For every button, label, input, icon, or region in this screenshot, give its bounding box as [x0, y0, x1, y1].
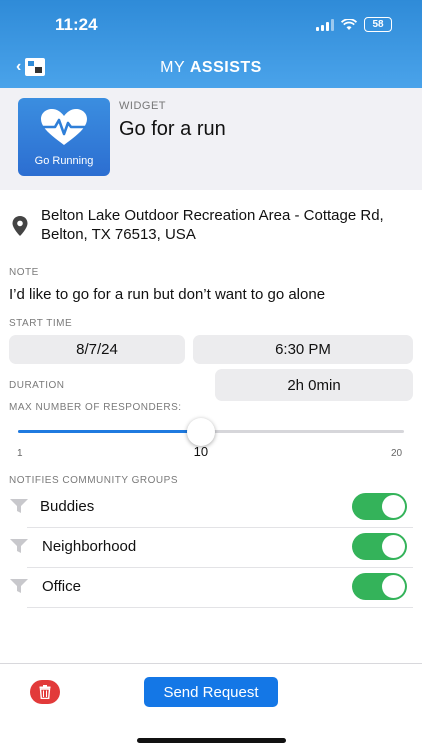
duration-field[interactable]: 2h 0min [215, 369, 413, 401]
group-toggle-office[interactable] [352, 573, 407, 600]
responders-slider-fill [18, 430, 201, 433]
groups-label: NOTIFIES COMMUNITY GROUPS [9, 475, 178, 486]
group-toggle-neighborhood[interactable] [352, 533, 407, 560]
wifi-icon [341, 18, 357, 30]
widget-caption: WIDGET [119, 100, 166, 112]
start-time-label: START TIME [9, 318, 73, 329]
group-name: Buddies [40, 498, 95, 515]
status-icons: 58 [316, 17, 392, 32]
widget-tile[interactable]: Go Running [18, 98, 110, 176]
battery-indicator: 58 [364, 17, 392, 32]
note-text[interactable]: I’d like to go for a run but don’t want … [9, 286, 325, 303]
note-label: NOTE [9, 267, 39, 278]
row-divider [27, 607, 413, 608]
app-header: 11:24 58 ‹ MY ASSISTS [0, 0, 422, 88]
page-title-bold: ASSISTS [189, 59, 262, 76]
page-title: MY ASSISTS [0, 59, 422, 77]
toggle-knob [382, 535, 405, 558]
send-request-button[interactable]: Send Request [144, 677, 278, 707]
group-row-office: Office [9, 568, 413, 608]
bottom-divider [0, 663, 422, 664]
group-name: Neighborhood [42, 538, 137, 555]
start-date-field[interactable]: 8/7/24 [9, 335, 185, 364]
widget-name: Go for a run [119, 118, 226, 140]
status-time: 11:24 [55, 15, 98, 34]
location-pin-icon [12, 216, 28, 236]
slider-value-label: 10 [193, 444, 209, 459]
trash-icon [39, 685, 51, 699]
funnel-icon [10, 579, 28, 593]
home-indicator [137, 738, 286, 743]
funnel-icon [10, 499, 28, 513]
slider-min-label: 1 [17, 448, 23, 459]
group-toggle-buddies[interactable] [352, 493, 407, 520]
heart-pulse-icon [41, 109, 87, 145]
funnel-icon [10, 539, 28, 553]
toggle-knob [382, 575, 405, 598]
responders-label: MAX NUMBER OF RESPONDERS: [9, 402, 182, 413]
delete-button[interactable] [30, 680, 60, 704]
slider-max-label: 20 [391, 448, 403, 459]
widget-tile-label: Go Running [34, 155, 94, 167]
group-row-neighborhood: Neighborhood [9, 528, 413, 568]
group-row-buddies: Buddies [9, 488, 413, 528]
page-title-prefix: MY [160, 59, 185, 76]
location-address[interactable]: Belton Lake Outdoor Recreation Area - Co… [41, 206, 413, 244]
group-name: Office [42, 578, 81, 595]
duration-label: DURATION [9, 380, 65, 391]
toggle-knob [382, 495, 405, 518]
start-time-field[interactable]: 6:30 PM [193, 335, 413, 364]
responders-slider-thumb[interactable] [186, 418, 215, 446]
signal-icon [316, 18, 334, 31]
